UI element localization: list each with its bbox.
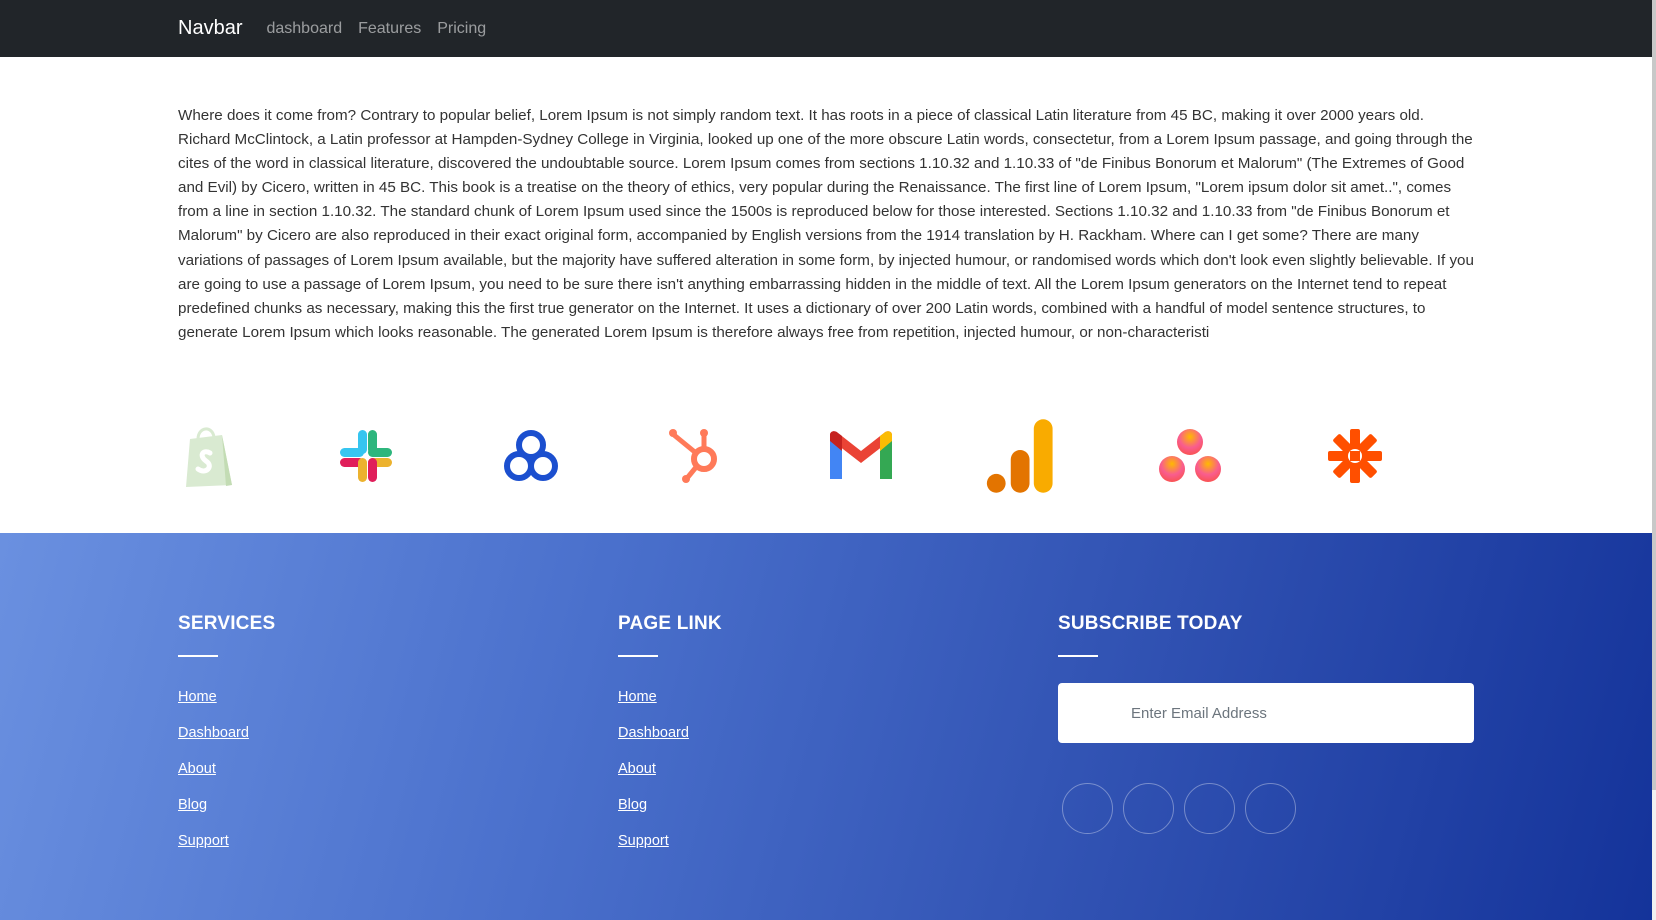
scrollbar[interactable] (1652, 0, 1656, 920)
slack-icon (331, 408, 401, 504)
services-link-about[interactable]: About (178, 761, 275, 778)
footer: SERVICES Home Dashboard About Blog Suppo… (0, 533, 1652, 920)
page-link-blog[interactable]: Blog (618, 797, 722, 814)
subscribe-divider (1058, 655, 1098, 657)
circles-icon (496, 408, 566, 504)
page-link-dashboard[interactable]: Dashboard (618, 725, 722, 742)
social-icon-1[interactable] (1062, 783, 1113, 834)
asana-icon (1155, 408, 1225, 504)
services-link-home[interactable]: Home (178, 689, 275, 706)
nav-link-pricing[interactable]: Pricing (437, 20, 486, 38)
analytics-icon (986, 408, 1056, 504)
page-link-support[interactable]: Support (618, 833, 722, 850)
social-icon-3[interactable] (1184, 783, 1235, 834)
nav-link-features[interactable]: Features (358, 20, 421, 38)
page-link-divider (618, 655, 658, 657)
page-link-column: PAGE LINK Home Dashboard About Blog Supp… (618, 613, 722, 869)
shopify-icon (174, 408, 244, 504)
services-column: SERVICES Home Dashboard About Blog Suppo… (178, 613, 275, 869)
logo-row (178, 408, 1478, 504)
services-link-blog[interactable]: Blog (178, 797, 275, 814)
email-input[interactable] (1058, 683, 1474, 743)
social-icon-4[interactable] (1245, 783, 1296, 834)
gmail-icon (826, 408, 896, 504)
scrollbar-thumb[interactable] (1652, 0, 1656, 790)
services-divider (178, 655, 218, 657)
nav-link-dashboard[interactable]: dashboard (266, 20, 342, 38)
services-title: SERVICES (178, 613, 276, 634)
navbar: Navbar dashboard Features Pricing (0, 0, 1652, 57)
services-link-support[interactable]: Support (178, 833, 275, 850)
social-links (1058, 783, 1474, 834)
services-link-dashboard[interactable]: Dashboard (178, 725, 275, 742)
social-icon-2[interactable] (1123, 783, 1174, 834)
subscribe-title: SUBSCRIBE TODAY (1058, 613, 1243, 634)
page-link-about[interactable]: About (618, 761, 722, 778)
hubspot-icon (661, 408, 731, 504)
page-link-title: PAGE LINK (618, 613, 722, 634)
subscribe-column: SUBSCRIBE TODAY (1058, 613, 1474, 834)
navbar-brand[interactable]: Navbar (178, 17, 242, 40)
zapier-icon (1320, 408, 1390, 504)
content-paragraph: Where does it come from? Contrary to pop… (178, 107, 1474, 341)
page-link-home[interactable]: Home (618, 689, 722, 706)
